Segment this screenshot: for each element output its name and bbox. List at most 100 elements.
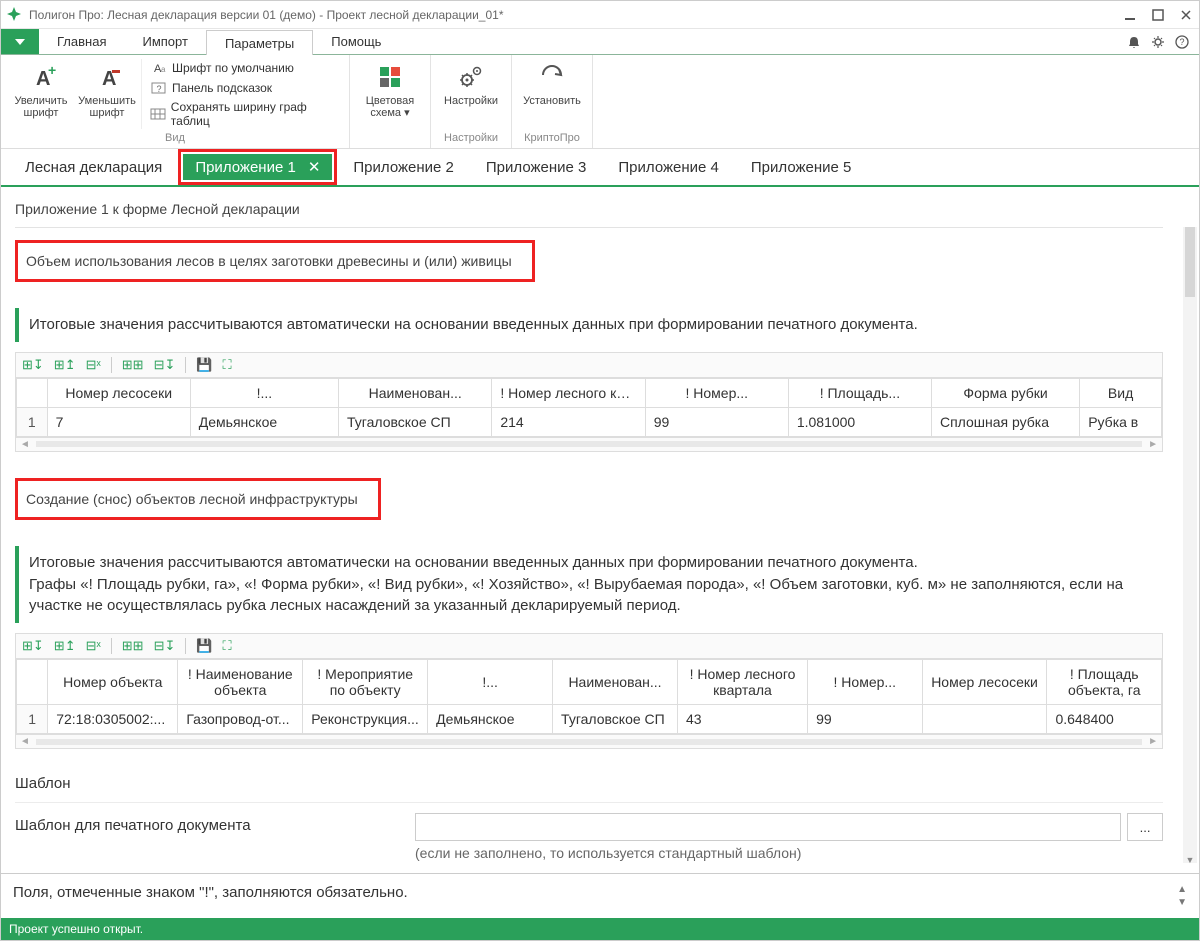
t2-h3[interactable]: ! Мероприятие по объекту xyxy=(303,660,428,705)
t2-h8[interactable]: Номер лесосеки xyxy=(922,660,1047,705)
template-hint: (если не заполнено, то используется стан… xyxy=(415,845,1163,861)
section2-highlight: Создание (снос) объектов лесной инфрастр… xyxy=(15,478,381,520)
template-label: Шаблон для печатного документа xyxy=(15,813,395,834)
status-bar: Проект успешно открыт. xyxy=(1,918,1199,940)
table2-hscroll[interactable]: ◄► xyxy=(15,735,1163,749)
tb-save-icon[interactable]: 💾 xyxy=(196,357,212,373)
tb2-paste-icon[interactable]: ⊟↧ xyxy=(154,638,176,654)
status-text: Проект успешно открыт. xyxy=(9,922,143,936)
tb-fullscreen-icon[interactable]: ⛶ xyxy=(223,357,232,373)
close-button[interactable] xyxy=(1179,8,1193,22)
ribbon-group-crypto-label: КриптоПро xyxy=(520,130,584,148)
panel-hints-button[interactable]: ? Панель подсказок xyxy=(146,79,341,97)
tb2-fullscreen-icon[interactable]: ⛶ xyxy=(223,638,232,654)
section1-title: Объем использования лесов в целях загото… xyxy=(18,243,532,279)
t1-h3[interactable]: Наименован... xyxy=(339,378,492,407)
t2-h0[interactable] xyxy=(17,660,48,705)
t2-h1[interactable]: Номер объекта xyxy=(48,660,178,705)
default-font-button[interactable]: Aa Шрифт по умолчанию xyxy=(146,59,341,77)
t1-h2[interactable]: !... xyxy=(190,378,338,407)
footer-info-text: Поля, отмеченные знаком "!", заполняются… xyxy=(13,884,408,901)
svg-text:+: + xyxy=(48,65,56,78)
t1-h0[interactable] xyxy=(17,378,48,407)
app-icon xyxy=(7,7,23,23)
section1-highlight: Объем использования лесов в целях загото… xyxy=(15,240,535,282)
doctab-app5[interactable]: Приложение 5 xyxy=(735,153,868,182)
tb-delete-row-icon[interactable]: ⊟ˣ xyxy=(86,357,101,373)
footer-down-icon[interactable]: ▼ xyxy=(1177,897,1187,908)
doctab-app4[interactable]: Приложение 4 xyxy=(602,153,735,182)
settings-button[interactable]: Настройки xyxy=(439,59,503,111)
tb2-save-icon[interactable]: 💾 xyxy=(196,638,212,654)
t1-h4[interactable]: ! Номер лесного квартала xyxy=(492,378,645,407)
tab-help[interactable]: Помощь xyxy=(313,29,399,54)
ribbon-group-settings-label: Настройки xyxy=(439,130,503,148)
decrease-font-button[interactable]: A Уменьшить шрифт xyxy=(75,59,139,123)
vertical-scrollbar[interactable]: ▲ ▼ xyxy=(1183,227,1197,863)
table1-toolbar: ⊞↧ ⊞↥ ⊟ˣ ⊞⊞ ⊟↧ 💾 ⛶ xyxy=(15,352,1163,377)
t2-h5[interactable]: Наименован... xyxy=(553,660,678,705)
footer-up-icon[interactable]: ▲ xyxy=(1177,884,1187,895)
content-subtitle: Приложение 1 к форме Лесной декларации xyxy=(15,195,1163,228)
increase-font-label: Увеличить шрифт xyxy=(11,95,71,119)
t1-h8[interactable]: Вид xyxy=(1080,378,1162,407)
table2[interactable]: Номер объекта ! Наименование объекта ! М… xyxy=(16,659,1162,734)
color-scheme-button[interactable]: Цветовая схема ▾ xyxy=(358,59,422,123)
menu-tabs: Главная Импорт Параметры Помощь ? xyxy=(1,29,1199,55)
document-tabs: Лесная декларация Приложение 1 ✕ Приложе… xyxy=(1,149,1199,185)
ribbon: A+ Увеличить шрифт A Уменьшить шрифт Aa … xyxy=(1,55,1199,149)
increase-font-button[interactable]: A+ Увеличить шрифт xyxy=(9,59,73,123)
settings-icon[interactable] xyxy=(1151,35,1165,49)
template-browse-button[interactable]: ... xyxy=(1127,813,1163,841)
table1-hscroll[interactable]: ◄► xyxy=(15,438,1163,452)
tb-copy-icon[interactable]: ⊞⊞ xyxy=(122,357,144,373)
t2-h9[interactable]: ! Площадь объекта, га xyxy=(1047,660,1162,705)
notifications-icon[interactable] xyxy=(1127,35,1141,49)
doctab-app1[interactable]: Приложение 1 ✕ xyxy=(183,154,332,180)
close-tab-icon[interactable]: ✕ xyxy=(308,158,321,176)
t2-h6[interactable]: ! Номер лесного квартала xyxy=(677,660,807,705)
ribbon-group-view-label: Вид xyxy=(9,130,341,148)
template-heading: Шаблон xyxy=(15,769,1163,803)
section2-title: Создание (снос) объектов лесной инфрастр… xyxy=(18,481,378,517)
tb-add-row-above-icon[interactable]: ⊞↥ xyxy=(54,357,76,373)
t1-h5[interactable]: ! Номер... xyxy=(645,378,788,407)
t2-h7[interactable]: ! Номер... xyxy=(808,660,922,705)
save-col-width-button[interactable]: Сохранять ширину граф таблиц xyxy=(146,99,341,129)
tb2-delete-row-icon[interactable]: ⊟ˣ xyxy=(86,638,101,654)
footer-info-panel: Поля, отмеченные знаком "!", заполняются… xyxy=(1,873,1199,918)
table-row[interactable]: 1 72:18:0305002:... Газопровод-от... Рек… xyxy=(17,705,1162,734)
tb2-copy-icon[interactable]: ⊞⊞ xyxy=(122,638,144,654)
t1-h6[interactable]: ! Площадь... xyxy=(788,378,931,407)
t1-h7[interactable]: Форма рубки xyxy=(931,378,1079,407)
tb2-add-row-icon[interactable]: ⊞↧ xyxy=(22,638,44,654)
section2-info: Итоговые значения рассчитываются автомат… xyxy=(15,546,1163,623)
t2-h2[interactable]: ! Наименование объекта xyxy=(178,660,303,705)
maximize-button[interactable] xyxy=(1151,8,1165,22)
help-icon[interactable]: ? xyxy=(1175,35,1189,49)
tb-add-row-icon[interactable]: ⊞↧ xyxy=(22,357,44,373)
decrease-font-label: Уменьшить шрифт xyxy=(77,95,137,119)
template-input[interactable] xyxy=(415,813,1121,841)
titlebar: Полигон Про: Лесная декларация версии 01… xyxy=(1,1,1199,29)
t1-h1[interactable]: Номер лесосеки xyxy=(47,378,190,407)
doctab-declaration[interactable]: Лесная декларация xyxy=(9,153,178,182)
tb2-add-row-above-icon[interactable]: ⊞↥ xyxy=(54,638,76,654)
tab-parameters[interactable]: Параметры xyxy=(206,30,313,55)
svg-text:a: a xyxy=(161,65,166,74)
section1-info: Итоговые значения рассчитываются автомат… xyxy=(15,308,1163,342)
save-col-width-icon xyxy=(150,106,167,122)
install-cryptopro-button[interactable]: Установить xyxy=(520,59,584,111)
svg-text:?: ? xyxy=(156,84,161,94)
minimize-button[interactable] xyxy=(1123,8,1137,22)
panel-hints-icon: ? xyxy=(150,80,168,96)
t2-h4[interactable]: !... xyxy=(428,660,553,705)
doctab-app3[interactable]: Приложение 3 xyxy=(470,153,603,182)
tab-import[interactable]: Импорт xyxy=(124,29,205,54)
tab-main[interactable]: Главная xyxy=(39,29,124,54)
table1[interactable]: Номер лесосеки !... Наименован... ! Номе… xyxy=(16,378,1162,437)
table-row[interactable]: 1 7 Демьянское Тугаловское СП 214 99 1.0… xyxy=(17,407,1162,436)
doctab-app2[interactable]: Приложение 2 xyxy=(337,153,470,182)
tb-paste-icon[interactable]: ⊟↧ xyxy=(154,357,176,373)
file-menu-button[interactable] xyxy=(1,29,39,54)
